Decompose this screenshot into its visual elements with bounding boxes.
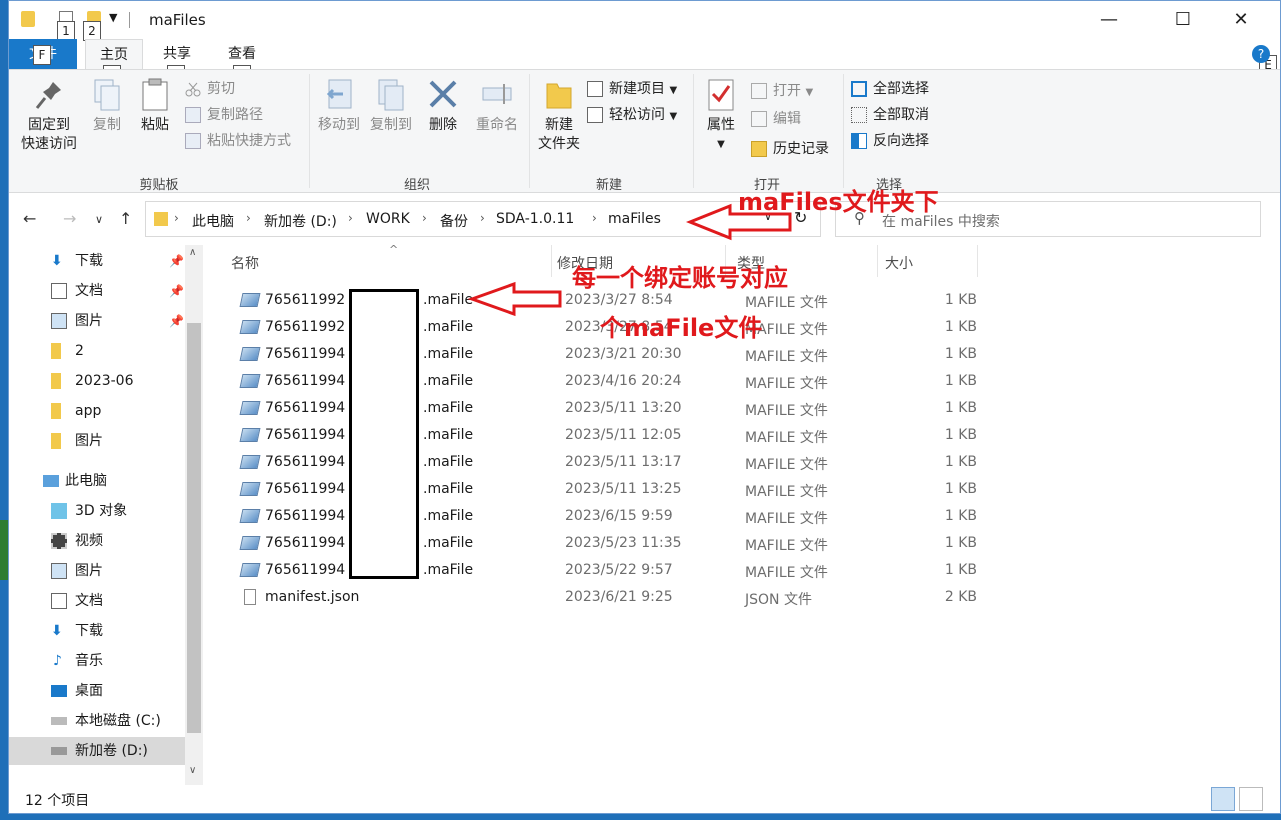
annotation-arrows [467, 203, 792, 317]
annotation-folder-note: maFiles文件夹下 [738, 188, 939, 216]
annotation-file-note-1: 每一个绑定账号对应 [572, 264, 788, 292]
annotation-file-note-2: 个maFile文件 [600, 314, 763, 342]
arrow-to-files [467, 281, 562, 317]
